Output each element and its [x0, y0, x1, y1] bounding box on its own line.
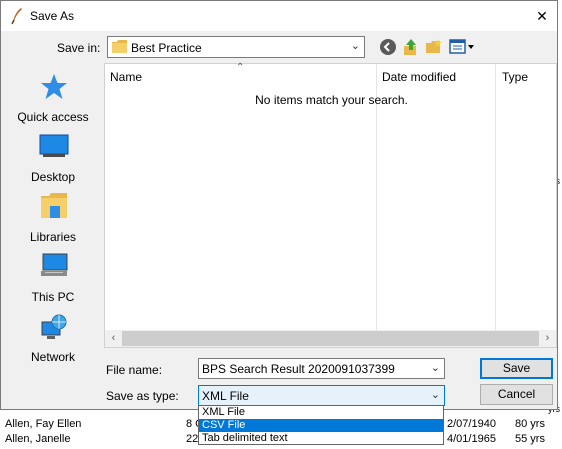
- quill-icon: [11, 8, 22, 25]
- place-label: Quick access: [17, 110, 89, 124]
- desktop-icon: [39, 134, 69, 157]
- chevron-down-icon[interactable]: ⌄: [431, 361, 440, 374]
- save-as-type-select[interactable]: XML File ⌄: [198, 385, 445, 406]
- column-header-date-modified[interactable]: Date modified: [382, 70, 456, 84]
- file-name-value: BPS Search Result 2020091037399: [202, 362, 395, 376]
- empty-message: No items match your search.: [255, 93, 408, 107]
- file-type-dropdown-list[interactable]: XML File CSV File Tab delimited text: [198, 405, 444, 445]
- scrollbar-thumb[interactable]: [122, 331, 539, 346]
- place-this-pc[interactable]: This PC: [9, 252, 97, 308]
- place-label: Desktop: [30, 170, 76, 184]
- save-as-type-label: Save as type:: [106, 389, 179, 403]
- scroll-left-icon[interactable]: ‹: [105, 330, 122, 347]
- column-header-type[interactable]: Type: [502, 70, 528, 84]
- column-header-name[interactable]: Name: [110, 70, 142, 84]
- close-button[interactable]: ✕: [531, 5, 553, 27]
- bg-date: 2/07/1940: [447, 418, 496, 430]
- save-as-dialog: Save As ✕ Save in: Best Practice ⌄ Quick…: [0, 0, 558, 410]
- place-desktop[interactable]: Desktop: [9, 132, 97, 188]
- save-in-value: Best Practice: [131, 41, 202, 55]
- folder-icon: [112, 40, 127, 53]
- star-icon: [41, 74, 67, 99]
- file-list-view[interactable]: ⌃ Name Date modified Type No items match…: [104, 62, 557, 348]
- place-quick-access[interactable]: Quick access: [9, 72, 97, 128]
- chevron-down-icon: ⌄: [350, 40, 360, 52]
- computer-icon: [41, 253, 68, 276]
- libraries-icon: [41, 193, 67, 218]
- file-name-field[interactable]: BPS Search Result 2020091037399 ⌄: [198, 358, 445, 379]
- bg-age: 80 yrs: [515, 418, 545, 430]
- save-in-combo[interactable]: Best Practice ⌄: [107, 36, 365, 58]
- view-menu-icon[interactable]: [449, 38, 475, 56]
- place-label: This PC: [31, 290, 75, 304]
- save-in-label: Save in:: [57, 41, 101, 55]
- save-as-type-value: XML File: [202, 389, 249, 403]
- new-folder-icon[interactable]: [425, 38, 443, 56]
- bg-patient-name: Allen, Janelle: [5, 433, 71, 445]
- place-label: Libraries: [29, 230, 77, 244]
- place-label: Network: [30, 350, 75, 364]
- dialog-title: Save As: [30, 9, 75, 23]
- bg-patient-name: Allen, Fay Ellen: [5, 418, 82, 430]
- sort-up-icon: ⌃: [236, 62, 245, 73]
- chevron-down-icon[interactable]: ⌄: [431, 388, 440, 401]
- title-bar: Save As ✕: [1, 1, 557, 31]
- network-icon: [41, 314, 67, 339]
- dropdown-option-tab-delimited[interactable]: Tab delimited text: [199, 432, 443, 445]
- cancel-button[interactable]: Cancel: [480, 384, 553, 405]
- save-button[interactable]: Save: [480, 358, 553, 379]
- place-network[interactable]: Network: [9, 312, 97, 368]
- up-folder-icon[interactable]: [402, 38, 420, 56]
- dropdown-option-csv[interactable]: CSV File: [199, 419, 443, 432]
- horizontal-scrollbar[interactable]: ‹ ›: [105, 330, 556, 347]
- scroll-right-icon[interactable]: ›: [539, 330, 556, 347]
- places-bar: Quick access Desktop Libraries This PC N…: [9, 64, 97, 374]
- dropdown-option-xml[interactable]: XML File: [199, 406, 443, 419]
- bg-date: 4/01/1965: [447, 433, 496, 445]
- bg-age: 55 yrs: [515, 433, 545, 445]
- bg-mid-text: 22: [186, 433, 199, 445]
- back-icon[interactable]: [379, 38, 397, 56]
- place-libraries[interactable]: Libraries: [9, 192, 97, 248]
- file-name-label: File name:: [106, 363, 163, 377]
